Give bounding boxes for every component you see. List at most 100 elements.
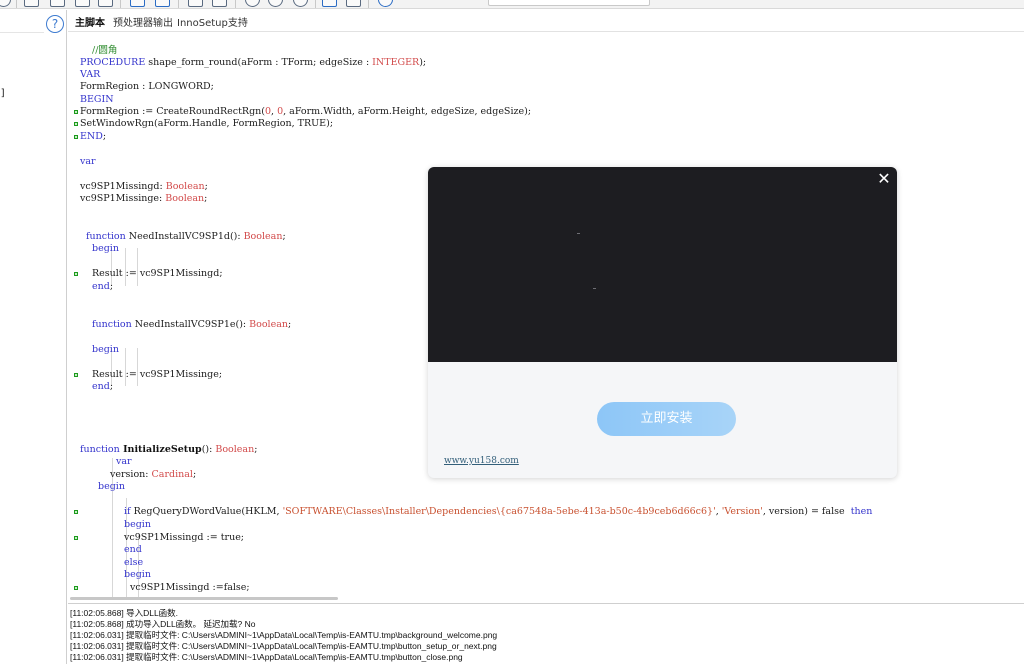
stop-icon[interactable] [293, 0, 308, 7]
run-icon[interactable] [245, 0, 260, 7]
log-line: [11:02:06.031] 提取临时文件: C:\Users\ADMINI~1… [70, 630, 498, 640]
compile-icon[interactable] [188, 0, 203, 7]
code-line[interactable]: Result := vc9SP1Missinge; [92, 369, 222, 381]
banner-speck [593, 288, 596, 289]
code-token: Boolean [165, 181, 205, 192]
code-token: version: [110, 469, 152, 480]
help-icon[interactable]: ? [46, 15, 64, 33]
tab-innosetup-support[interactable]: InnoSetup支持 [177, 14, 248, 29]
code-line[interactable]: begin [98, 481, 125, 493]
fold-marker-icon[interactable] [74, 110, 78, 114]
code-token: ; [204, 193, 208, 204]
banner-speck [577, 233, 580, 234]
fold-marker-icon[interactable] [74, 272, 78, 276]
code-token: , aForm.Width, aForm.Height, edgeSize, e… [283, 106, 532, 117]
code-line[interactable]: vc9SP1Missinge: Boolean; [80, 193, 207, 205]
code-token: Boolean [249, 319, 288, 330]
code-line[interactable]: version: Cardinal; [110, 469, 196, 481]
code-token: INTEGER [372, 57, 420, 68]
code-token: PROCEDURE [80, 57, 146, 68]
code-token: begin [124, 569, 151, 580]
code-token: else [124, 557, 144, 568]
install-now-button[interactable]: 立即安装 [597, 402, 736, 436]
code-line[interactable]: vc9SP1Missingd :=false; [130, 582, 250, 594]
code-line[interactable]: end; [92, 281, 113, 293]
code-line[interactable]: END; [80, 131, 106, 143]
code-token: RegQueryDWordValue(HKLM, [130, 506, 283, 517]
installer-popup: ✕ 立即安装 www.yu158.com [428, 167, 897, 478]
fold-marker-icon[interactable] [74, 122, 78, 126]
code-token: ; [109, 381, 114, 392]
code-line[interactable]: //圆角 [92, 45, 117, 57]
code-line[interactable]: end [124, 544, 142, 556]
toolbar-separator [16, 0, 17, 8]
code-line[interactable]: FormRegion : LONGWORD; [80, 81, 214, 93]
toolbar-separator [315, 0, 316, 8]
replace-icon[interactable] [155, 0, 170, 7]
paste-icon[interactable] [75, 0, 90, 7]
code-line[interactable]: Result := vc9SP1Missingd; [92, 268, 223, 280]
editor-horizontal-scrollbar[interactable] [70, 597, 338, 600]
code-line[interactable]: PROCEDURE shape_form_round(aForm : TForm… [80, 57, 426, 69]
tab-main-script[interactable]: 主脚本 [75, 14, 105, 29]
code-line[interactable]: begin [92, 243, 119, 255]
code-line[interactable]: VAR [80, 69, 100, 81]
code-token: 'SOFTWARE\Classes\Installer\Dependencies… [282, 506, 716, 517]
build-icon[interactable] [212, 0, 227, 7]
code-token: ; [288, 319, 292, 330]
fold-marker-icon[interactable] [74, 510, 78, 514]
code-line[interactable]: else [124, 557, 143, 569]
close-icon[interactable]: ✕ [876, 169, 892, 189]
code-token: end [124, 544, 142, 555]
code-line[interactable]: end; [92, 381, 113, 393]
code-token: , version) = false [762, 506, 851, 517]
fold-marker-icon[interactable] [74, 586, 78, 590]
code-line[interactable]: function NeedInstallVC9SP1e(): Boolean; [92, 319, 291, 331]
code-token: begin [92, 344, 119, 355]
code-token: 'Version' [721, 506, 763, 517]
tab-preprocessor-output[interactable]: 预处理器输出 [113, 14, 173, 29]
document-icon[interactable] [98, 0, 113, 7]
code-token: then [850, 506, 873, 517]
code-line[interactable]: begin [124, 569, 151, 581]
code-token: FormRegion := CreateRoundRectRgn( [80, 106, 265, 117]
fold-marker-icon[interactable] [74, 536, 78, 540]
pause-icon[interactable] [268, 0, 283, 7]
code-line[interactable]: BEGIN [80, 94, 114, 106]
step-over-icon[interactable] [346, 0, 361, 7]
link-icon[interactable] [24, 0, 39, 7]
left-panel-bracket: ] [0, 88, 7, 99]
code-token: (): [201, 444, 216, 455]
code-token: end [92, 381, 110, 392]
toolbar-search-input[interactable] [488, 0, 650, 6]
log-line: [11:02:06.031] 提取临时文件: C:\Users\ADMINI~1… [70, 652, 463, 662]
code-token: NeedInstallVC9SP1d(): [125, 231, 244, 242]
toolbar [0, 0, 1024, 9]
copy-icon[interactable] [50, 0, 65, 7]
toolbar-separator [368, 0, 369, 8]
code-line[interactable]: function InitializeSetup(): Boolean; [80, 444, 257, 456]
code-line[interactable]: if RegQueryDWordValue(HKLM, 'SOFTWARE\Cl… [124, 506, 872, 518]
code-token: NeedInstallVC9SP1e(): [131, 319, 250, 330]
code-line[interactable]: SetWindowRgn(aForm.Handle, FormRegion, T… [80, 118, 333, 130]
code-line[interactable]: vc9SP1Missingd := true; [124, 532, 244, 544]
code-token: end [92, 281, 110, 292]
toolbar-separator [120, 0, 121, 8]
code-line[interactable]: FormRegion := CreateRoundRectRgn(0, 0, a… [80, 106, 531, 118]
website-link[interactable]: www.yu158.com [444, 456, 519, 466]
code-token: Result := vc9SP1Missingd; [92, 268, 223, 279]
refresh-icon[interactable] [0, 0, 11, 7]
info-icon[interactable] [378, 0, 393, 7]
code-line[interactable]: var [116, 456, 132, 468]
popup-banner-image [428, 167, 897, 362]
ide-window: ? ] 主脚本 预处理器输出 InnoSetup支持 //圆角 PROCEDURE… [0, 0, 1024, 664]
code-line[interactable]: function NeedInstallVC9SP1d(): Boolean; [86, 231, 286, 243]
code-line[interactable]: var [80, 156, 96, 168]
code-line[interactable]: begin [92, 344, 119, 356]
fold-marker-icon[interactable] [74, 135, 78, 139]
code-line[interactable]: vc9SP1Missingd: Boolean; [80, 181, 208, 193]
code-line[interactable]: begin [124, 519, 151, 531]
fold-marker-icon[interactable] [74, 373, 78, 377]
find-icon[interactable] [130, 0, 145, 7]
step-into-icon[interactable] [322, 0, 337, 7]
